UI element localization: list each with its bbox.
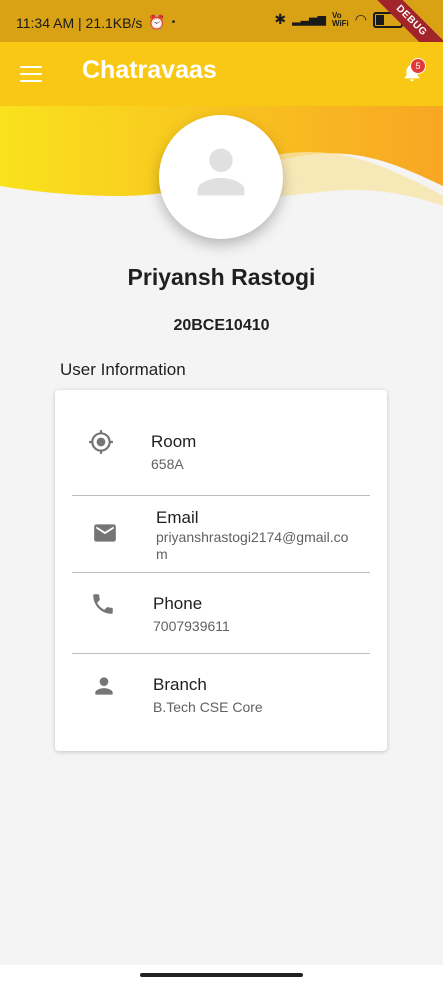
info-label: Phone — [153, 594, 203, 613]
status-bar: 11:34 AM | 21.1KB/s ⏰ • ✱ ▂▃▅▆ Vo WiFi ◠ … — [0, 0, 443, 70]
location-target-icon — [89, 430, 113, 454]
user-info-card: Room 658A Email priyanshrastogi2174@gmai… — [55, 390, 387, 751]
phone-icon — [93, 594, 113, 614]
divider — [72, 653, 370, 654]
home-gesture-handle[interactable] — [140, 973, 303, 977]
status-right: ✱ ▂▃▅▆ Vo WiFi ◠ — [274, 11, 403, 28]
info-label: Room — [151, 432, 197, 451]
info-value: B.Tech CSE Core — [153, 699, 263, 715]
notification-badge: 5 — [410, 58, 426, 74]
profile-name: Priyansh Rastogi — [127, 264, 316, 290]
divider — [72, 495, 370, 496]
person-placeholder-icon — [197, 148, 245, 196]
info-label: Email — [156, 508, 199, 527]
email-icon — [94, 524, 116, 542]
divider — [72, 572, 370, 573]
app-title: Chatravaas — [82, 56, 217, 84]
vowifi-icon: Vo WiFi — [331, 10, 349, 28]
alarm-icon: ⏰ — [148, 14, 166, 30]
person-icon — [95, 677, 113, 695]
section-title: User Information — [60, 360, 186, 379]
info-value: 658A — [151, 456, 184, 472]
info-value: priyanshrastogi2174@gmail.com — [156, 529, 356, 563]
registration-number: 20BCE10410 — [173, 317, 270, 334]
info-label: Branch — [153, 675, 207, 694]
dot-icon: • — [171, 17, 176, 28]
app-bar: Chatravaas 5 — [0, 42, 443, 106]
status-left: 11:34 AM | 21.1KB/s ⏰ • — [16, 14, 175, 31]
system-nav-bar — [0, 965, 443, 985]
menu-icon[interactable] — [20, 66, 42, 82]
bluetooth-icon: ✱ — [274, 11, 287, 27]
status-time: 11:34 AM | 21.1KB/s — [16, 14, 143, 31]
wifi-icon: ◠ — [354, 11, 367, 27]
avatar[interactable] — [159, 115, 283, 239]
email-value[interactable]: priyanshrastogi2174@gmail.com — [156, 529, 348, 562]
info-value[interactable]: 7007939611 — [153, 618, 353, 635]
signal-icon: ▂▃▅▆ — [292, 14, 326, 26]
